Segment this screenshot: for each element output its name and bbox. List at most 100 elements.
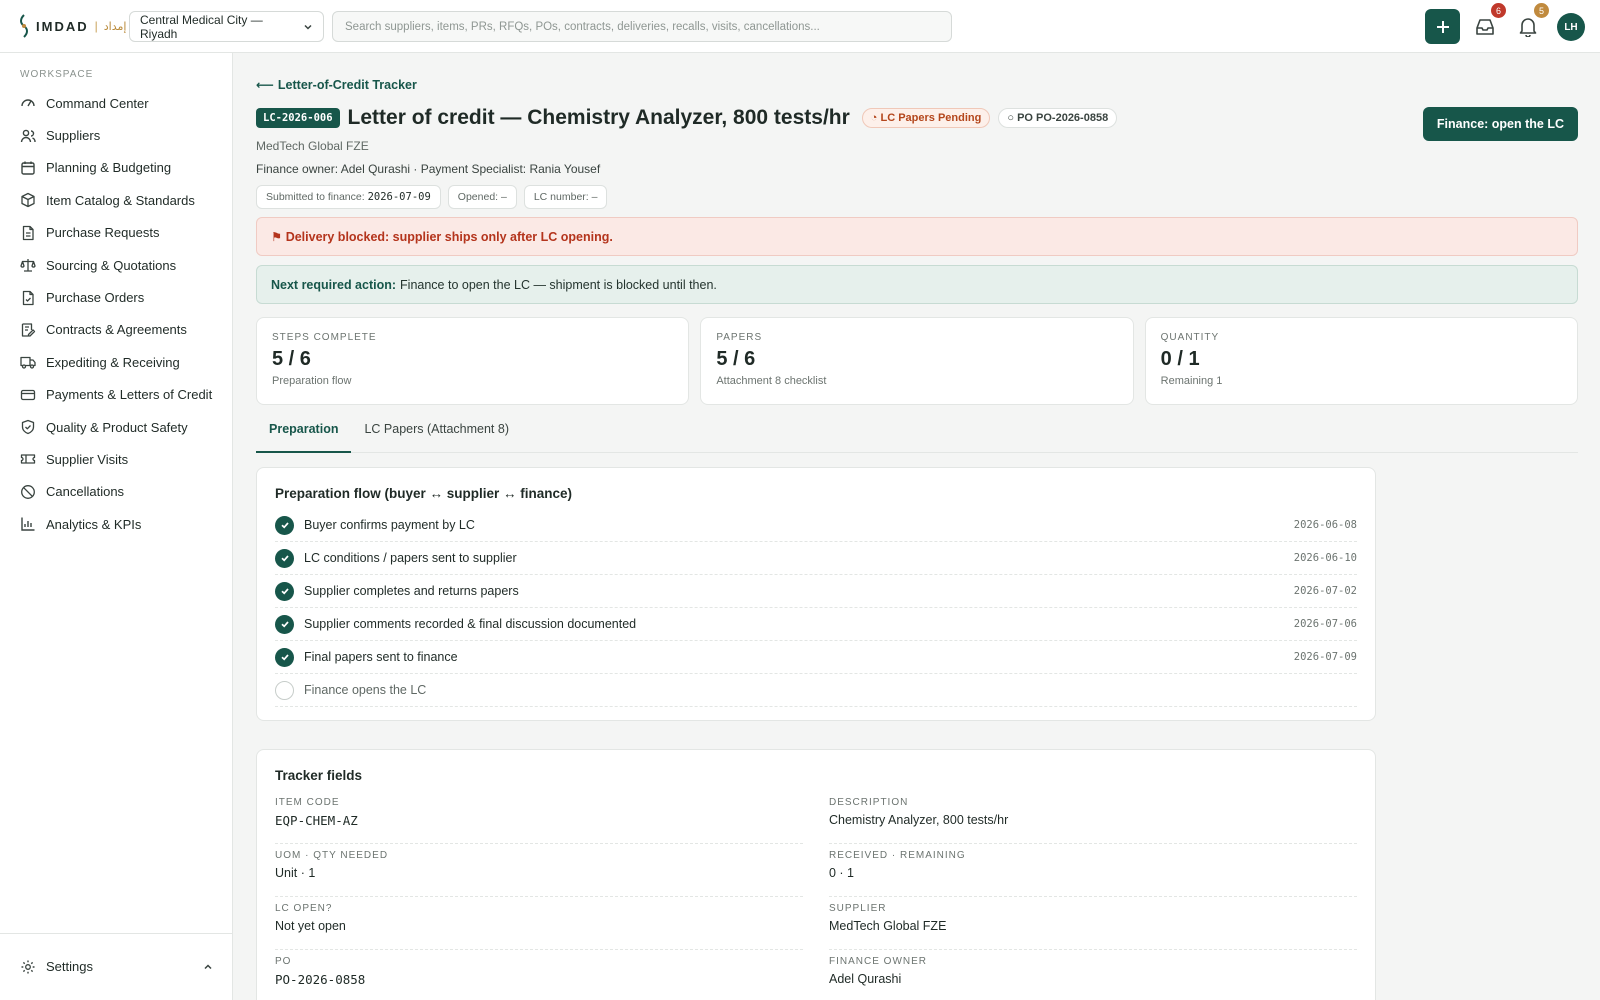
scale-icon <box>20 259 36 272</box>
step-label: Finance opens the LC <box>304 683 427 697</box>
box-icon <box>21 193 35 208</box>
step-row: Buyer confirms payment by LC 2026-06-08 <box>275 509 1357 542</box>
credit-card-icon <box>20 389 36 400</box>
field-value: Unit · 1 <box>275 866 316 880</box>
sidebar-item-item-catalog[interactable]: Item Catalog & Standards <box>0 184 233 216</box>
stat-value: 5 / 6 <box>272 348 311 370</box>
chevron-up-icon[interactable] <box>203 962 213 972</box>
search-input[interactable] <box>345 20 939 33</box>
field-value: Not yet open <box>275 919 346 933</box>
dot-icon: ○ <box>1007 112 1015 124</box>
calendar-icon <box>21 161 35 175</box>
step-row: Final papers sent to finance 2026-07-09 <box>275 641 1357 674</box>
back-link[interactable]: ⟵ Letter-of-Credit Tracker <box>256 77 417 93</box>
title-row: LC-2026-006 Letter of credit — Chemistry… <box>256 106 1118 130</box>
step-label: Supplier comments recorded & final discu… <box>304 617 637 631</box>
shield-check-icon <box>21 419 35 435</box>
sidebar-item-command-center[interactable]: Command Center <box>0 87 233 119</box>
tab-preparation[interactable]: Preparation <box>256 421 352 453</box>
sidebar-item-label: Purchase Orders <box>46 290 145 306</box>
page-title: Letter of credit — Chemistry Analyzer, 8… <box>347 106 850 129</box>
sidebar-item-purchase-requests[interactable]: Purchase Requests <box>0 217 233 249</box>
truck-icon <box>20 357 36 369</box>
organization-select-value: Central Medical City — Riyadh <box>140 12 263 41</box>
lc-code-badge: LC-2026-006 <box>256 108 340 128</box>
brand-separator: | <box>94 19 98 33</box>
sidebar-item-label: Item Catalog & Standards <box>46 192 195 208</box>
sidebar-nav: Command Center Suppliers Planning & Budg… <box>0 87 233 540</box>
logo-mark-icon <box>20 14 28 38</box>
stat-sub: Attachment 8 checklist <box>716 375 827 387</box>
sidebar-item-expediting-receiving[interactable]: Expediting & Receiving <box>0 346 233 378</box>
sidebar-settings[interactable]: Settings <box>0 933 233 999</box>
po-link-badge[interactable]: ○ PO PO-2026-0858 <box>998 108 1118 128</box>
notifications-button[interactable]: 5 <box>1515 3 1549 40</box>
top-bar: IMDAD | إمداد Central Medical City — Riy… <box>0 0 1600 53</box>
next-action-alert: Next required action: Finance to open th… <box>256 265 1578 304</box>
step-date: 2026-06-10 <box>1293 552 1357 564</box>
field-received-remaining: RECEIVED · REMAINING 0 · 1 <box>829 844 1357 897</box>
flag-icon: ⚑ <box>271 230 286 244</box>
sidebar-item-cancellations[interactable]: Cancellations <box>0 476 233 508</box>
step-label: LC conditions / papers sent to supplier <box>304 551 517 565</box>
field-value: PO-2026-0858 <box>275 972 366 987</box>
field-label: RECEIVED · REMAINING <box>829 850 966 861</box>
brand-logo[interactable]: IMDAD | إمداد <box>18 14 126 38</box>
opened-chip: Opened: – <box>447 185 517 209</box>
brand-name: IMDAD <box>36 18 89 34</box>
status-badge-label: LC Papers Pending <box>880 112 982 124</box>
organization-select[interactable]: Central Medical City — Riyadh <box>129 11 324 42</box>
stat-card-steps: STEPS COMPLETE 5 / 6 Preparation flow <box>256 317 690 405</box>
field-label: UOM · QTY NEEDED <box>275 850 389 861</box>
inbox-icon <box>1476 19 1494 35</box>
sidebar-item-supplier-visits[interactable]: Supplier Visits <box>0 443 233 475</box>
sidebar-item-purchase-orders[interactable]: Purchase Orders <box>0 281 233 313</box>
gear-icon <box>21 960 35 973</box>
users-icon <box>20 129 36 142</box>
field-po: PO PO-2026-0858 <box>275 950 803 1000</box>
preparation-title: Preparation flow (buyer ↔ supplier ↔ fin… <box>275 486 573 501</box>
sidebar-item-label: Cancellations <box>46 484 125 500</box>
field-label: PO <box>275 956 292 967</box>
po-link-label: PO PO-2026-0858 <box>1017 112 1109 124</box>
meta-chips: Submitted to finance: 2026-07-09 Opened:… <box>256 185 608 209</box>
field-value: Chemistry Analyzer, 800 tests/hr <box>829 813 1009 827</box>
step-label: Supplier completes and returns papers <box>304 584 519 598</box>
preparation-card: Preparation flow (buyer ↔ supplier ↔ fin… <box>256 467 1376 721</box>
next-action-text: Finance to open the LC — shipment is blo… <box>400 277 717 292</box>
arrow-left-icon: ⟵ <box>256 78 274 92</box>
submitted-chip: Submitted to finance: 2026-07-09 <box>256 185 441 209</box>
open-lc-button[interactable]: Finance: open the LC <box>1422 107 1578 141</box>
sidebar-item-payments-lc[interactable]: Payments & Letters of Credit <box>0 379 233 411</box>
supplier-name: MedTech Global FZE <box>256 139 369 153</box>
sidebar-item-label: Payments & Letters of Credit <box>46 387 213 403</box>
sidebar-item-label: Expediting & Receiving <box>46 354 180 370</box>
stat-sub: Remaining 1 <box>1160 375 1223 387</box>
plus-icon <box>1436 20 1449 33</box>
stat-card-quantity: QUANTITY 0 / 1 Remaining 1 <box>1144 317 1578 405</box>
field-value: MedTech Global FZE <box>829 919 947 933</box>
sidebar-item-label: Analytics & KPIs <box>46 516 142 532</box>
tab-lc-papers[interactable]: LC Papers (Attachment 8) <box>351 421 522 453</box>
step-date: 2026-07-02 <box>1293 585 1357 597</box>
field-label: DESCRIPTION <box>829 797 909 808</box>
step-row: Supplier comments recorded & final discu… <box>275 608 1357 641</box>
sidebar-item-contracts-agreements[interactable]: Contracts & Agreements <box>0 314 233 346</box>
sidebar-item-sourcing-quotations[interactable]: Sourcing & Quotations <box>0 249 233 281</box>
sidebar-item-suppliers[interactable]: Suppliers <box>0 119 233 151</box>
sidebar-item-planning-budgeting[interactable]: Planning & Budgeting <box>0 152 233 184</box>
global-search[interactable] <box>332 11 952 42</box>
stat-value: 5 / 6 <box>716 348 756 370</box>
sidebar-item-label: Contracts & Agreements <box>46 322 187 338</box>
user-avatar[interactable]: LH <box>1557 13 1585 41</box>
inbox-button[interactable]: 6 <box>1472 3 1506 40</box>
step-row: Supplier completes and returns papers 20… <box>275 575 1357 608</box>
chevron-down-icon <box>304 24 312 30</box>
sidebar-item-quality-safety[interactable]: Quality & Product Safety <box>0 411 233 443</box>
back-link-label: Letter-of-Credit Tracker <box>277 77 417 92</box>
delivery-blocked-alert: ⚑ Delivery blocked: supplier ships only … <box>256 217 1578 256</box>
create-new-button[interactable] <box>1425 9 1460 44</box>
lc-number-chip: LC number: – <box>523 185 608 209</box>
step-date: 2026-07-06 <box>1293 618 1357 630</box>
sidebar-item-analytics-kpis[interactable]: Analytics & KPIs <box>0 508 233 540</box>
